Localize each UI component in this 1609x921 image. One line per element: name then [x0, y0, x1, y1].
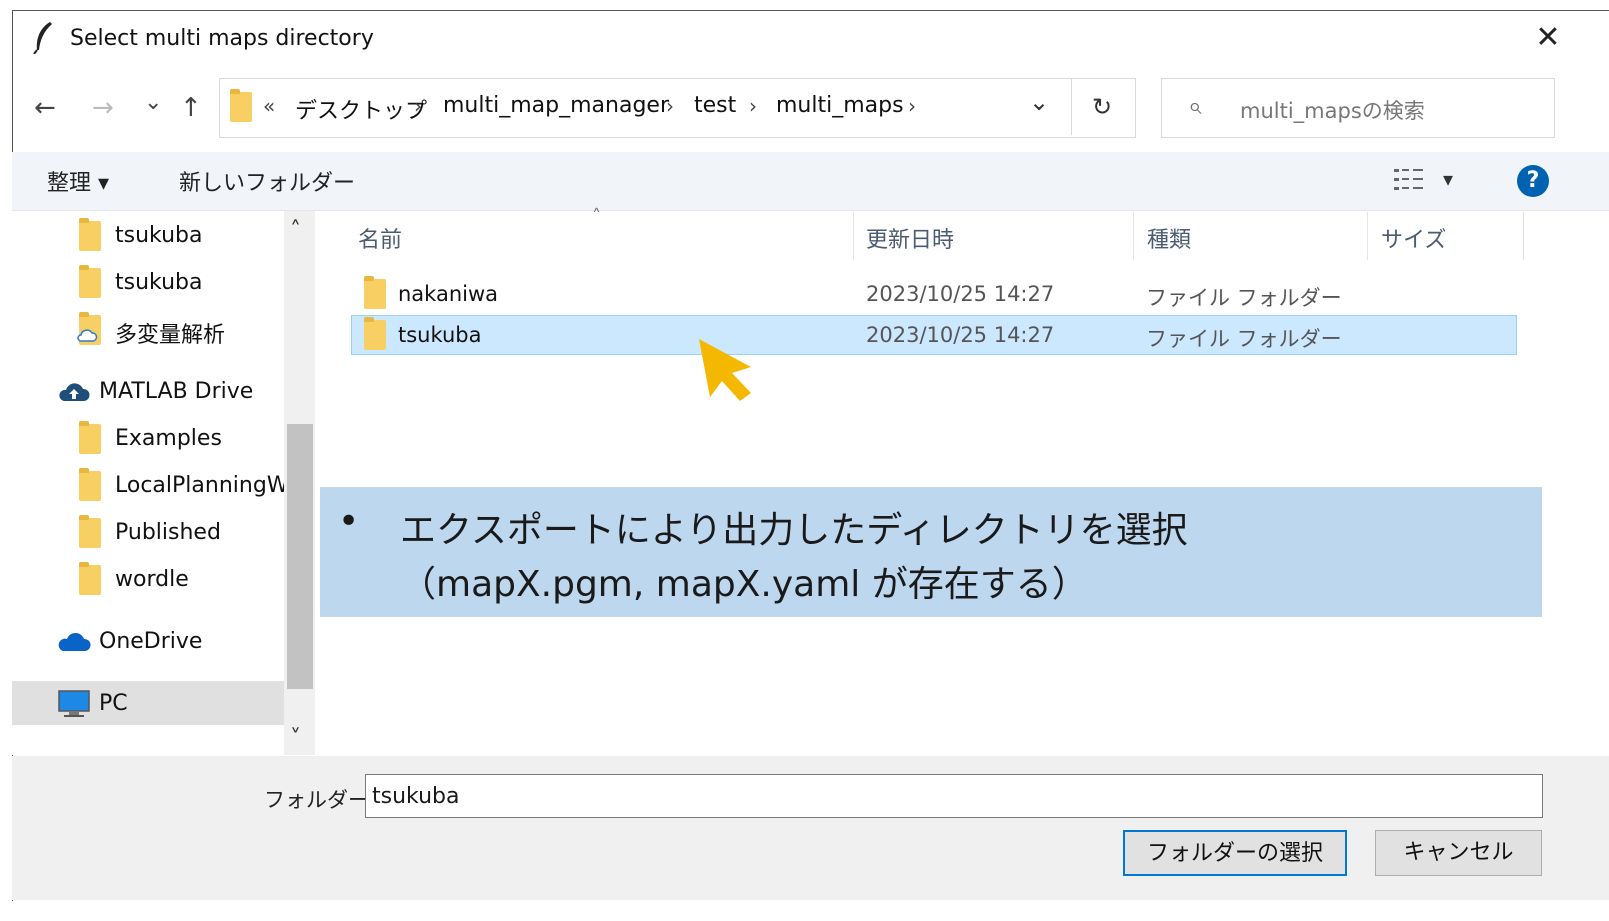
file-modified: 2023/10/25 14:27 — [866, 323, 1055, 347]
address-divider — [1071, 79, 1072, 135]
folder-icon — [79, 562, 101, 595]
folder-icon — [79, 515, 101, 548]
mouse-pointer-icon — [699, 339, 751, 401]
breadcrumb-separator[interactable]: › — [749, 94, 757, 118]
column-divider[interactable] — [1523, 212, 1524, 260]
annotation-line-1: エクスポートにより出力したディレクトリを選択 — [400, 510, 1188, 551]
sidebar-item[interactable]: 多変量解析 — [12, 307, 284, 351]
new-folder-button[interactable]: 新しいフォルダー — [179, 165, 355, 197]
cloud-upload-icon — [59, 383, 90, 401]
search-placeholder[interactable]: multi_mapsの検索 — [1240, 95, 1425, 125]
folder-icon — [79, 421, 101, 454]
sidebar-item-label: OneDrive — [99, 629, 203, 654]
folder-field-label: フォルダー: — [264, 788, 377, 812]
breadcrumb-separator[interactable]: › — [414, 94, 422, 118]
help-icon[interactable]: ? — [1517, 165, 1549, 197]
folder-icon — [230, 89, 252, 122]
file-name: nakaniwa — [398, 282, 499, 306]
window-title: Select multi maps directory — [70, 26, 374, 51]
sidebar-item-label: 多変量解析 — [115, 323, 226, 348]
cloud-badge-icon — [77, 329, 98, 342]
breadcrumb-item[interactable]: test — [694, 93, 736, 118]
breadcrumb-item[interactable]: デスクトップ — [295, 93, 427, 125]
folder-icon — [79, 265, 101, 298]
sidebar-item-label: PC — [99, 691, 128, 716]
folder-icon — [364, 317, 386, 350]
annotation-bullet: • — [338, 501, 360, 542]
forward-button[interactable]: → — [92, 93, 114, 123]
recent-locations-button[interactable]: ⌄ — [144, 88, 162, 118]
sidebar-item-label: LocalPlanningW — [115, 473, 284, 498]
sidebar-item[interactable]: Published — [12, 510, 284, 554]
overflow-chevron[interactable]: « — [263, 94, 275, 118]
sidebar-item-label: Examples — [115, 426, 222, 451]
file-type: ファイル フォルダー — [1146, 327, 1342, 351]
breadcrumb-item[interactable]: multi_map_manager — [443, 93, 669, 118]
sidebar-item[interactable]: tsukuba — [12, 260, 284, 304]
folder-icon — [79, 218, 101, 251]
column-header-size[interactable]: サイズ — [1381, 222, 1446, 254]
pc-icon — [58, 690, 90, 717]
view-dropdown-icon[interactable]: ▾ — [1443, 167, 1453, 191]
select-folder-button[interactable]: フォルダーの選択 — [1123, 830, 1347, 876]
search-icon: ⌕ — [1188, 92, 1202, 120]
view-options-icon[interactable] — [1393, 167, 1427, 193]
sort-ascending-icon: ˄ — [592, 206, 601, 227]
navigation-pane: tsukuba tsukuba 多変量解析 MATLAB Drive Examp… — [12, 211, 284, 755]
folder-icon — [79, 468, 101, 501]
column-divider[interactable] — [1133, 212, 1134, 260]
sidebar-item-label: MATLAB Drive — [99, 379, 254, 404]
back-button[interactable]: ← — [34, 93, 56, 123]
organize-menu-button[interactable]: 整理 ▾ — [47, 165, 109, 197]
scroll-down-button[interactable]: ˅ — [290, 726, 301, 751]
annotation-callout: • エクスポートにより出力したディレクトリを選択 （mapX.pgm, mapX… — [320, 487, 1542, 617]
file-row-selected[interactable]: tsukuba 2023/10/25 14:27 ファイル フォルダー — [351, 315, 1517, 355]
address-dropdown-button[interactable]: ⌄ — [1029, 88, 1049, 116]
column-header-modified[interactable]: 更新日時 — [866, 222, 954, 254]
sidebar-item-label: tsukuba — [115, 223, 203, 248]
column-header-name[interactable]: 名前 — [358, 222, 402, 254]
sidebar-item-label: Published — [115, 520, 221, 545]
sidebar-item[interactable]: OneDrive — [12, 619, 284, 663]
file-name: tsukuba — [398, 323, 482, 347]
sidebar-item[interactable]: Examples — [12, 416, 284, 460]
scroll-up-button[interactable]: ˄ — [290, 218, 301, 243]
refresh-button[interactable]: ↻ — [1092, 93, 1112, 121]
folder-name-input[interactable]: tsukuba — [365, 774, 1543, 818]
breadcrumb-separator[interactable]: › — [666, 94, 674, 118]
file-type: ファイル フォルダー — [1146, 286, 1342, 310]
sidebar-item[interactable]: MATLAB Drive — [12, 369, 284, 413]
file-row[interactable]: nakaniwa 2023/10/25 14:27 ファイル フォルダー — [351, 274, 1517, 314]
column-divider[interactable] — [1367, 212, 1368, 260]
sidebar-item-label: tsukuba — [115, 270, 203, 295]
file-modified: 2023/10/25 14:27 — [866, 282, 1055, 306]
column-header-type[interactable]: 種類 — [1147, 222, 1191, 254]
sidebar-item[interactable]: tsukuba — [12, 213, 284, 257]
sidebar-item-pc[interactable]: PC — [12, 681, 284, 725]
folder-icon — [364, 276, 386, 309]
up-button[interactable]: ↑ — [180, 93, 202, 123]
breadcrumb-separator[interactable]: › — [908, 94, 916, 118]
onedrive-icon — [58, 632, 91, 651]
annotation-line-2: （mapX.pgm, mapX.yaml が存在する） — [400, 564, 1088, 605]
sidebar-item-label: wordle — [115, 567, 189, 592]
cancel-button[interactable]: キャンセル — [1375, 830, 1542, 876]
feather-app-icon — [33, 22, 52, 54]
close-button[interactable]: ✕ — [1530, 20, 1566, 56]
breadcrumb-item[interactable]: multi_maps — [776, 93, 904, 118]
sidebar-item[interactable]: LocalPlanningW — [12, 463, 284, 507]
column-divider[interactable] — [853, 212, 854, 260]
sidebar-scroll-thumb[interactable] — [287, 424, 313, 689]
sidebar-item[interactable]: wordle — [12, 557, 284, 601]
